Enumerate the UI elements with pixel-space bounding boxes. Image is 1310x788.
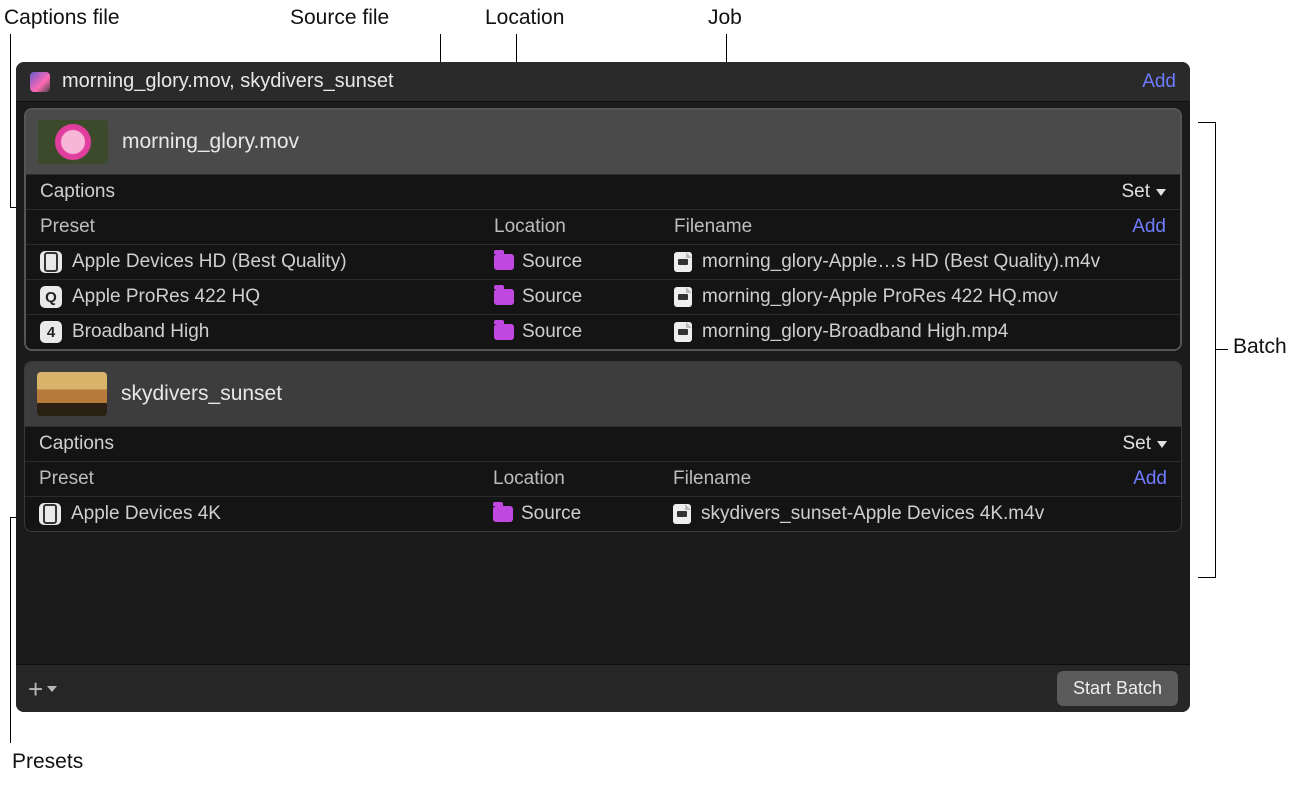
add-menu-button[interactable]: + (28, 676, 57, 702)
broadband-icon (40, 321, 62, 343)
col-preset: Preset (39, 468, 493, 490)
preset-row[interactable]: Apple ProRes 422 HQ Source morning_glory… (26, 279, 1180, 314)
job-list: morning_glory.mov Captions Set Preset Lo… (16, 102, 1190, 552)
col-filename: Filename (674, 216, 1132, 238)
callout-bracket (1198, 122, 1216, 578)
preset-name: Apple Devices 4K (71, 503, 221, 525)
prores-icon (40, 286, 62, 308)
job-source-row[interactable]: skydivers_sunset (25, 362, 1181, 426)
add-preset-button[interactable]: Add (1132, 216, 1166, 238)
captions-label: Captions (40, 181, 1121, 203)
col-location: Location (493, 468, 673, 490)
location-name: Source (521, 503, 581, 525)
output-filename: morning_glory-Apple…s HD (Best Quality).… (702, 251, 1100, 273)
preset-row[interactable]: Apple Devices 4K Source skydivers_sunset… (25, 496, 1181, 531)
job-source-row[interactable]: morning_glory.mov (26, 110, 1180, 174)
source-thumbnail (37, 372, 107, 416)
device-icon (40, 251, 62, 273)
callout-batch: Batch (1233, 335, 1287, 359)
add-batch-button[interactable]: Add (1142, 71, 1176, 93)
add-preset-button[interactable]: Add (1133, 468, 1167, 490)
output-filename: morning_glory-Broadband High.mp4 (702, 321, 1008, 343)
job[interactable]: skydivers_sunset Captions Set Preset Loc… (24, 361, 1182, 532)
chevron-down-icon (47, 686, 57, 692)
device-icon (39, 503, 61, 525)
preset-row[interactable]: Apple Devices HD (Best Quality) Source m… (26, 244, 1180, 279)
start-batch-button[interactable]: Start Batch (1057, 671, 1178, 706)
location-name: Source (522, 251, 582, 273)
batch-header: morning_glory.mov, skydivers_sunset Add (16, 62, 1190, 102)
set-captions-button[interactable]: Set (1121, 181, 1166, 203)
callout-source-file: Source file (290, 6, 389, 30)
callout-job: Job (708, 6, 742, 30)
captions-row: Captions Set (25, 426, 1181, 461)
location-name: Source (522, 321, 582, 343)
callout-line (10, 34, 11, 207)
app-icon (30, 72, 50, 92)
callout-line (1216, 349, 1228, 350)
batch-title: morning_glory.mov, skydivers_sunset (62, 70, 1142, 93)
file-icon (674, 252, 692, 272)
source-thumbnail (38, 120, 108, 164)
callout-presets: Presets (12, 750, 83, 774)
preset-name: Apple Devices HD (Best Quality) (72, 251, 347, 273)
callout-location: Location (485, 6, 564, 30)
folder-icon (493, 506, 513, 522)
captions-label: Captions (39, 433, 1122, 455)
preset-name: Broadband High (72, 321, 209, 343)
file-icon (674, 322, 692, 342)
source-filename: skydivers_sunset (121, 382, 282, 406)
folder-icon (494, 254, 514, 270)
callout-line (10, 517, 11, 743)
output-filename: skydivers_sunset-Apple Devices 4K.m4v (701, 503, 1044, 525)
job[interactable]: morning_glory.mov Captions Set Preset Lo… (24, 108, 1182, 351)
plus-icon: + (28, 676, 43, 702)
col-filename: Filename (673, 468, 1133, 490)
captions-row: Captions Set (26, 174, 1180, 209)
set-captions-button[interactable]: Set (1122, 433, 1167, 455)
preset-name: Apple ProRes 422 HQ (72, 286, 260, 308)
callout-captions-file: Captions file (4, 6, 120, 30)
folder-icon (494, 324, 514, 340)
footer-bar: + Start Batch (16, 664, 1190, 712)
file-icon (673, 504, 691, 524)
batch-panel: morning_glory.mov, skydivers_sunset Add … (16, 62, 1190, 712)
file-icon (674, 287, 692, 307)
columns-header: Preset Location Filename Add (25, 461, 1181, 496)
preset-row[interactable]: Broadband High Source morning_glory-Broa… (26, 314, 1180, 349)
col-location: Location (494, 216, 674, 238)
location-name: Source (522, 286, 582, 308)
col-preset: Preset (40, 216, 494, 238)
columns-header: Preset Location Filename Add (26, 209, 1180, 244)
output-filename: morning_glory-Apple ProRes 422 HQ.mov (702, 286, 1058, 308)
folder-icon (494, 289, 514, 305)
source-filename: morning_glory.mov (122, 130, 299, 154)
